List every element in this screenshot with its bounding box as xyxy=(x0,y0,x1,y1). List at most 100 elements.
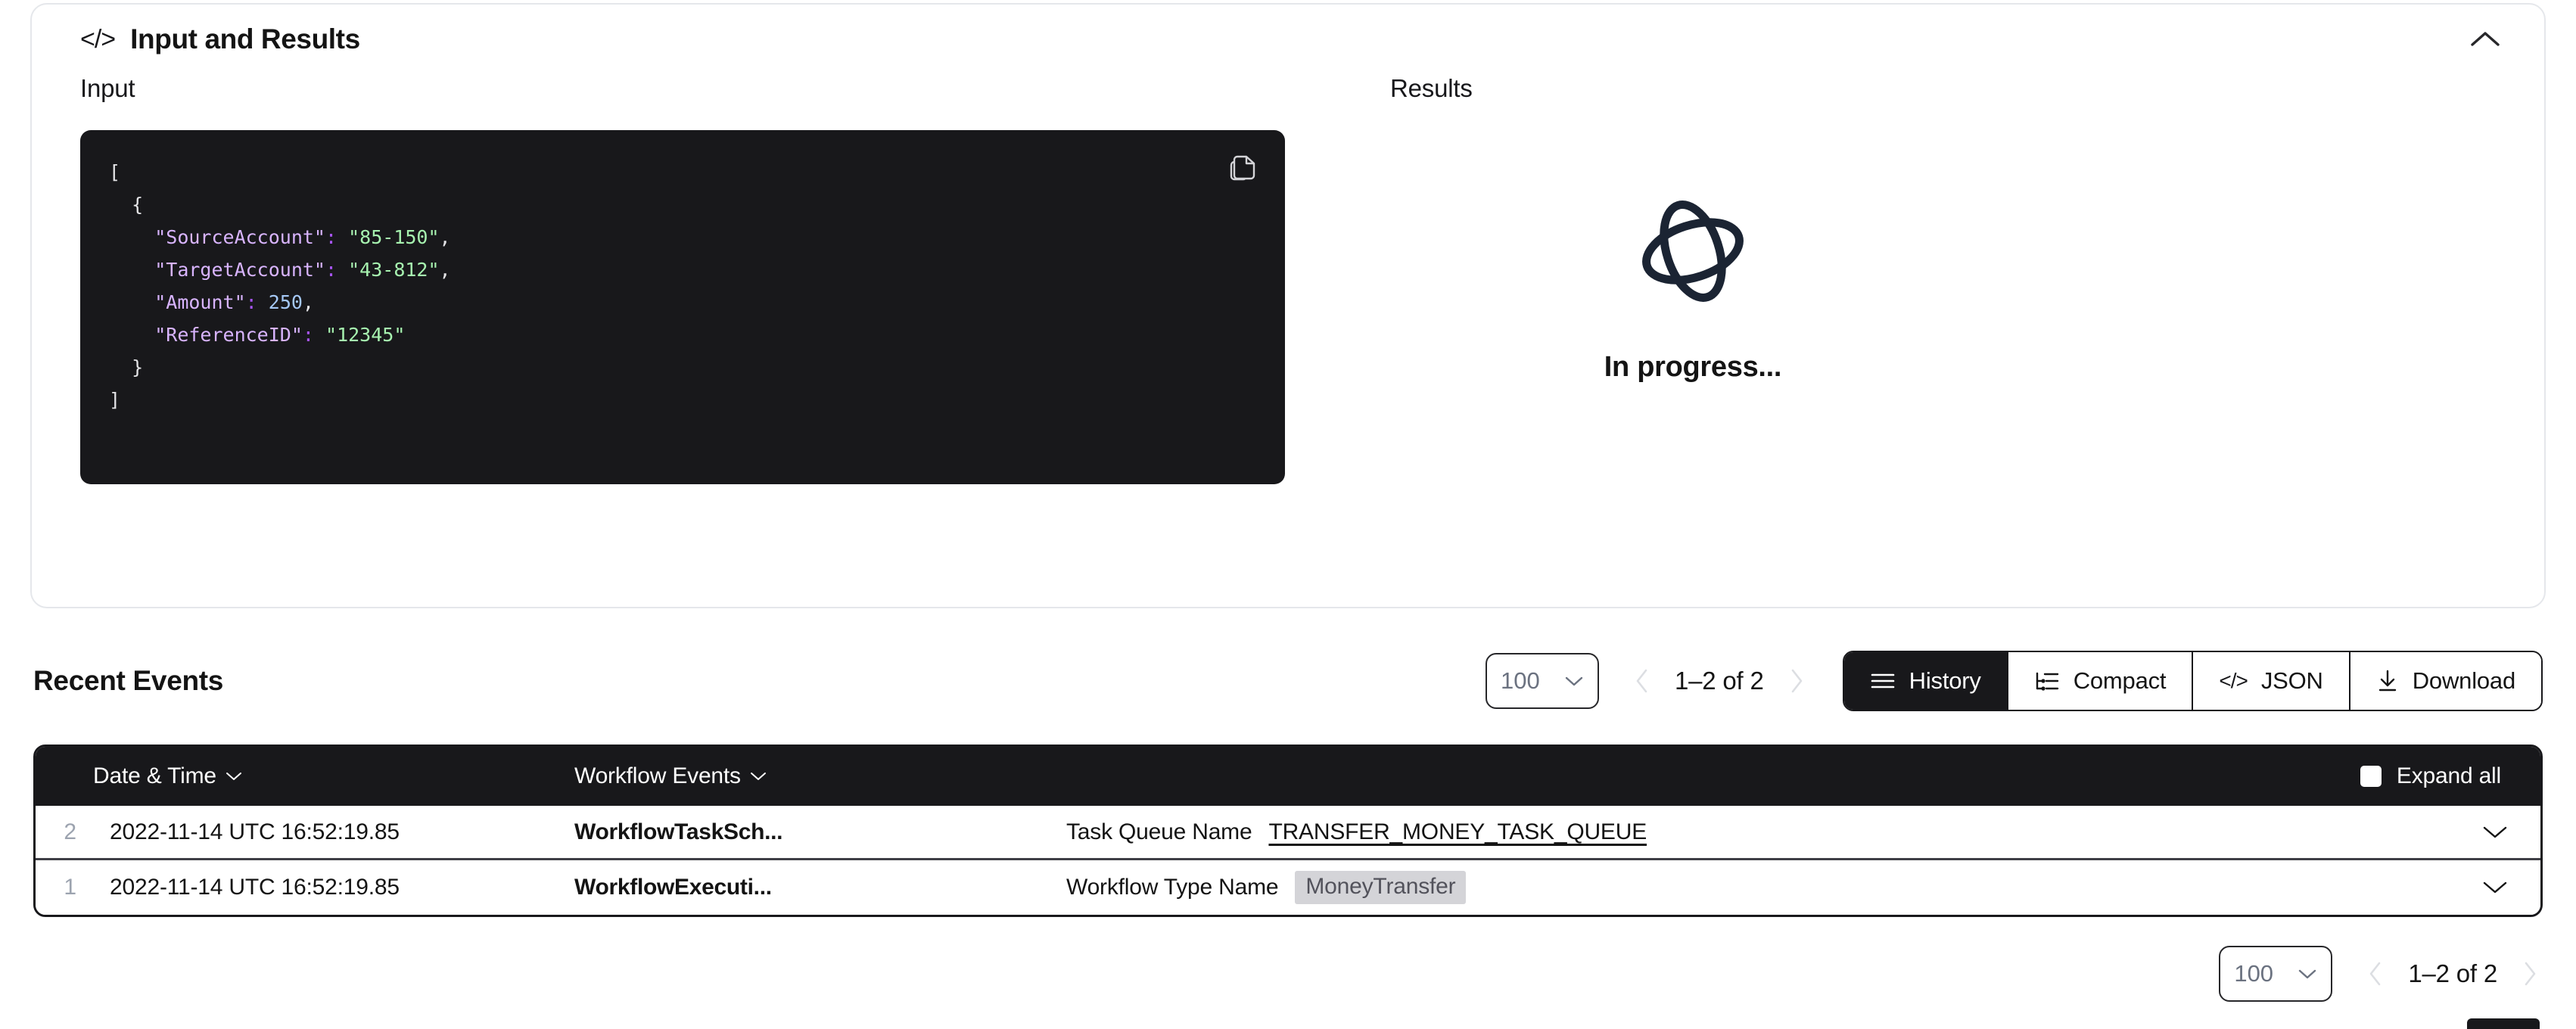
download-button-label: Download xyxy=(2412,667,2515,694)
results-empty-state: In progress... xyxy=(1390,130,1996,384)
row-detail-label: Workflow Type Name xyxy=(1066,875,1279,900)
code-token-punct: , xyxy=(439,226,451,248)
chevron-right-icon xyxy=(1791,669,1802,693)
code-token-colon: : xyxy=(302,324,314,346)
row-expand-button[interactable] xyxy=(2450,880,2540,895)
input-code-block: [ { "SourceAccount": "85-150", "TargetAc… xyxy=(80,130,1285,484)
code-token-str: "12345" xyxy=(325,324,406,346)
code-token-colon: : xyxy=(245,291,257,313)
view-mode-history-label: History xyxy=(1909,667,1981,694)
chevron-up-icon xyxy=(2471,32,2500,46)
bottom-page-size-value: 100 xyxy=(2234,960,2274,987)
row-date-time: 2022-11-14 UTC 16:52:19.85 xyxy=(110,819,400,844)
results-status-text: In progress... xyxy=(1604,351,1782,383)
bottom-edge-element xyxy=(2467,1018,2540,1029)
chevron-down-icon xyxy=(2299,969,2316,979)
table-row[interactable]: 2 2022-11-14 UTC 16:52:19.85 WorkflowTas… xyxy=(36,806,2540,860)
recent-events-title: Recent Events xyxy=(33,665,224,696)
expand-all-label: Expand all xyxy=(2396,763,2501,788)
recent-events-table: Date & Time Workflow Events Expand all 2… xyxy=(33,745,2543,917)
row-index: 2 xyxy=(64,819,76,844)
view-mode-json[interactable]: </> JSON xyxy=(2193,652,2350,710)
code-token-key: "TargetAccount" xyxy=(154,259,325,281)
input-and-results-body: Input [ { "SourceAccount": "85-150", "Ta… xyxy=(32,74,2544,484)
top-pager: 1–2 of 2 xyxy=(1629,663,1809,699)
pager-next-button[interactable] xyxy=(1784,663,1809,699)
input-column: Input [ { "SourceAccount": "85-150", "Ta… xyxy=(32,74,1341,484)
bottom-pager-controls: 1–2 of 2 xyxy=(2363,956,2543,992)
code-token-punct: [ xyxy=(109,161,121,183)
expand-all-checkbox[interactable] xyxy=(2360,766,2382,787)
chevron-right-icon xyxy=(2525,962,2536,986)
row-event-name: WorkflowTaskSch... xyxy=(574,819,783,844)
page-size-value: 100 xyxy=(1500,667,1540,694)
input-label: Input xyxy=(80,74,135,102)
row-index: 1 xyxy=(64,875,76,900)
input-and-results-card: </> Input and Results Input [{"SourceA… xyxy=(30,3,2546,608)
view-mode-compact-label: Compact xyxy=(2073,667,2167,694)
results-column: Results In progress... xyxy=(1341,74,2544,484)
table-header-row: Date & Time Workflow Events Expand all xyxy=(36,747,2540,806)
chevron-left-icon xyxy=(2370,962,2381,986)
code-token-colon: : xyxy=(325,226,338,248)
view-mode-json-label: JSON xyxy=(2260,667,2323,694)
header-date-time-label: Date & Time xyxy=(93,763,216,788)
pager-range-label: 1–2 of 2 xyxy=(1674,667,1764,695)
code-brackets-icon: </> xyxy=(2219,669,2248,692)
input-and-results-header: </> Input and Results xyxy=(32,5,2544,74)
collapse-section-button[interactable] xyxy=(2462,17,2508,62)
code-token-punct xyxy=(337,226,348,248)
expand-all-toggle[interactable]: Expand all xyxy=(2360,763,2540,789)
table-row[interactable]: 1 2022-11-14 UTC 16:52:19.85 WorkflowExe… xyxy=(36,860,2540,915)
bottom-pager: 100 1–2 of 2 xyxy=(2219,946,2543,1002)
download-button[interactable]: Download xyxy=(2350,652,2541,710)
code-token-punct xyxy=(257,291,269,313)
chevron-down-icon xyxy=(750,773,766,780)
code-token-punct xyxy=(337,259,348,281)
pager-prev-button[interactable] xyxy=(1629,663,1655,699)
tree-list-icon xyxy=(2036,672,2058,691)
code-brackets-icon: </> xyxy=(80,25,116,54)
code-token-num: 250 xyxy=(268,291,303,313)
bottom-pager-next-button[interactable] xyxy=(2517,956,2543,992)
recent-events-header: Recent Events 100 1–2 of 2 History Compa… xyxy=(33,639,2543,723)
header-workflow-events-label: Workflow Events xyxy=(574,763,741,788)
results-label: Results xyxy=(1390,74,1473,102)
header-workflow-events[interactable]: Workflow Events xyxy=(574,763,1066,789)
copy-input-button[interactable] xyxy=(1223,148,1262,188)
row-detail: Task Queue Name TRANSFER_MONEY_TASK_QUEU… xyxy=(1066,819,2450,845)
download-arrow-icon xyxy=(2378,670,2396,692)
chevron-left-icon xyxy=(1636,669,1647,693)
code-token-colon: : xyxy=(325,259,338,281)
page-size-select[interactable]: 100 xyxy=(1485,653,1599,709)
code-token-punct: { xyxy=(132,194,144,216)
workflow-type-name-badge[interactable]: MoneyTransfer xyxy=(1295,871,1467,904)
code-token-punct: , xyxy=(302,291,314,313)
copy-icon xyxy=(1230,155,1255,181)
hamburger-lines-icon xyxy=(1871,673,1894,689)
view-mode-compact[interactable]: Compact xyxy=(2008,652,2194,710)
code-token-punct xyxy=(314,324,325,346)
code-token-key: "Amount" xyxy=(154,291,246,313)
chevron-down-icon xyxy=(226,773,241,780)
row-detail: Workflow Type Name MoneyTransfer xyxy=(1066,871,2450,904)
row-detail-label: Task Queue Name xyxy=(1066,819,1252,844)
chevron-down-icon xyxy=(1565,676,1583,686)
view-mode-history[interactable]: History xyxy=(1843,652,2008,710)
code-token-punct: ] xyxy=(109,389,121,411)
bottom-pager-range-label: 1–2 of 2 xyxy=(2408,959,2497,987)
chevron-down-icon xyxy=(2483,826,2507,838)
row-event-name: WorkflowExecuti... xyxy=(574,875,772,900)
header-date-time[interactable]: Date & Time xyxy=(93,763,574,789)
bottom-page-size-select[interactable]: 100 xyxy=(2219,946,2333,1002)
task-queue-name-link[interactable]: TRANSFER_MONEY_TASK_QUEUE xyxy=(1268,819,1647,845)
input-json-code: [ { "SourceAccount": "85-150", "TargetAc… xyxy=(109,156,1256,416)
recent-events-toolbar: 100 1–2 of 2 History Compact </> JSON Do… xyxy=(1485,651,2543,711)
bottom-pager-prev-button[interactable] xyxy=(2363,956,2388,992)
card-title-group: </> Input and Results xyxy=(80,23,360,55)
row-date-time: 2022-11-14 UTC 16:52:19.85 xyxy=(110,875,400,900)
code-token-key: "ReferenceID" xyxy=(154,324,303,346)
chevron-down-icon xyxy=(2483,881,2507,894)
temporal-logo-icon xyxy=(1642,201,1744,302)
row-expand-button[interactable] xyxy=(2450,825,2540,840)
